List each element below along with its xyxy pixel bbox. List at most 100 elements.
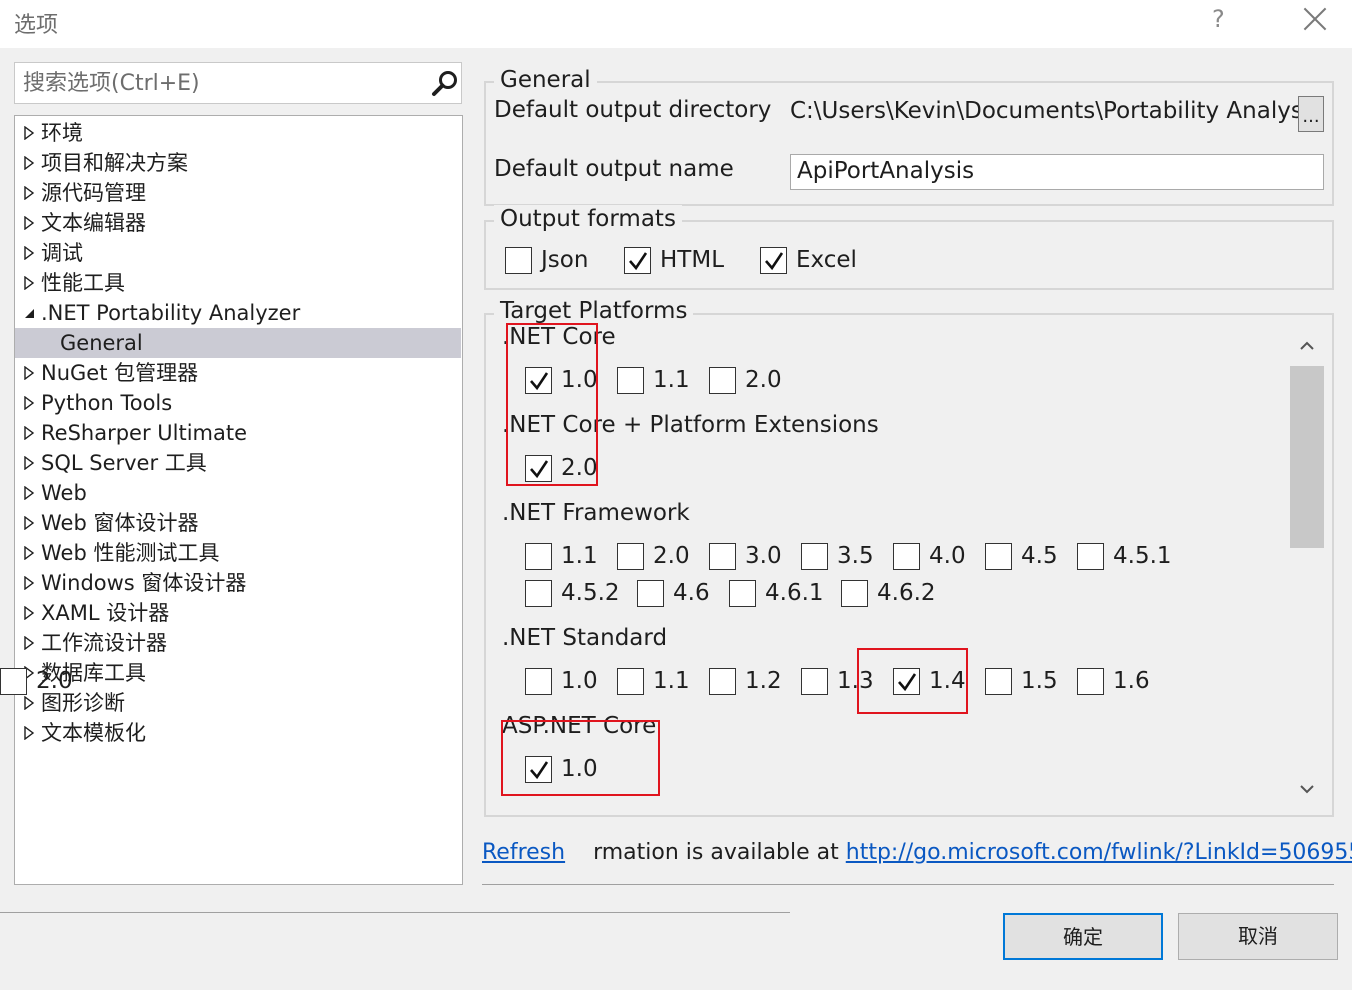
platform-version-checkbox[interactable]: 1.1: [617, 666, 690, 696]
cancel-button[interactable]: 取消: [1178, 913, 1338, 960]
expanded-arrow-icon[interactable]: [23, 306, 35, 320]
checkbox[interactable]: [893, 542, 920, 570]
collapsed-arrow-icon[interactable]: [23, 696, 35, 710]
platform-version-checkbox[interactable]: 1.0: [525, 666, 598, 696]
collapsed-arrow-icon[interactable]: [23, 426, 35, 440]
checkbox[interactable]: [525, 542, 552, 570]
tree-item[interactable]: 工作流设计器: [15, 628, 461, 658]
collapsed-arrow-icon[interactable]: [23, 366, 35, 380]
tree-item[interactable]: Web: [15, 478, 461, 508]
platform-version-checkbox[interactable]: 1.2: [709, 666, 782, 696]
scroll-down-icon[interactable]: [1290, 772, 1324, 806]
collapsed-arrow-icon[interactable]: [23, 606, 35, 620]
collapsed-arrow-icon[interactable]: [23, 186, 35, 200]
tree-item[interactable]: .NET Portability Analyzer: [15, 298, 461, 328]
checkbox[interactable]: [985, 542, 1012, 570]
scroll-up-icon[interactable]: [1290, 328, 1324, 362]
tree-item[interactable]: SQL Server 工具: [15, 448, 461, 478]
checkbox[interactable]: [801, 667, 828, 695]
tree-item[interactable]: 源代码管理: [15, 178, 461, 208]
search-input[interactable]: [21, 67, 421, 99]
platform-version-checkbox[interactable]: 2.0: [617, 541, 690, 571]
tree-item[interactable]: 文本编辑器: [15, 208, 461, 238]
format-checkbox[interactable]: Json: [505, 245, 588, 275]
checkbox[interactable]: [709, 542, 736, 570]
tree-item[interactable]: 图形诊断: [15, 688, 461, 718]
collapsed-arrow-icon[interactable]: [23, 276, 35, 290]
checkbox[interactable]: [709, 667, 736, 695]
checkbox[interactable]: [709, 366, 736, 394]
checkbox[interactable]: [617, 542, 644, 570]
close-icon[interactable]: [1300, 4, 1330, 34]
platform-version-checkbox[interactable]: 4.0: [893, 541, 966, 571]
browse-button[interactable]: ...: [1298, 96, 1324, 132]
checkbox[interactable]: [525, 579, 552, 607]
checkbox[interactable]: [841, 579, 868, 607]
collapsed-arrow-icon[interactable]: [23, 546, 35, 560]
tree-item[interactable]: 数据库工具: [15, 658, 461, 688]
checkbox[interactable]: [985, 667, 1012, 695]
collapsed-arrow-icon[interactable]: [23, 126, 35, 140]
collapsed-arrow-icon[interactable]: [23, 456, 35, 470]
search-box[interactable]: [14, 62, 462, 104]
format-checkbox[interactable]: Excel: [760, 245, 857, 275]
tree-item[interactable]: 文本模板化: [15, 718, 461, 748]
platform-version-checkbox[interactable]: 3.5: [801, 541, 874, 571]
collapsed-arrow-icon[interactable]: [23, 246, 35, 260]
tree-item[interactable]: Web 窗体设计器: [15, 508, 461, 538]
collapsed-arrow-icon[interactable]: [23, 636, 35, 650]
platform-version-checkbox[interactable]: 4.6.1: [729, 578, 824, 608]
checkbox[interactable]: [801, 542, 828, 570]
collapsed-arrow-icon[interactable]: [23, 486, 35, 500]
tree-item[interactable]: General: [15, 328, 461, 358]
platforms-scrollbar[interactable]: [1290, 328, 1324, 806]
checkbox[interactable]: [505, 246, 532, 274]
platform-version-checkbox[interactable]: 2.0: [0, 666, 73, 696]
collapsed-arrow-icon[interactable]: [23, 156, 35, 170]
collapsed-arrow-icon[interactable]: [23, 516, 35, 530]
platform-version-checkbox[interactable]: 1.6: [1077, 666, 1150, 696]
checkbox[interactable]: [729, 579, 756, 607]
options-tree[interactable]: 环境 项目和解决方案 源代码管理 文本编辑器 调试 性能工具 .NET Portabilit…: [14, 115, 463, 885]
tree-item[interactable]: 性能工具: [15, 268, 461, 298]
refresh-link[interactable]: Refresh: [482, 840, 565, 865]
output-name-field[interactable]: ApiPortAnalysis: [790, 154, 1324, 190]
collapsed-arrow-icon[interactable]: [23, 576, 35, 590]
platform-version-checkbox[interactable]: 2.0: [709, 365, 782, 395]
checkbox[interactable]: [760, 246, 787, 274]
checkbox[interactable]: [617, 366, 644, 394]
tree-item[interactable]: Python Tools: [15, 388, 461, 418]
platform-version-checkbox[interactable]: 1.5: [985, 666, 1058, 696]
checkbox[interactable]: [637, 579, 664, 607]
platform-version-checkbox[interactable]: 4.5.2: [525, 578, 620, 608]
collapsed-arrow-icon[interactable]: [23, 216, 35, 230]
format-checkbox[interactable]: HTML: [624, 245, 724, 275]
checkbox[interactable]: [525, 667, 552, 695]
collapsed-arrow-icon[interactable]: [23, 396, 35, 410]
checkbox[interactable]: [1077, 542, 1104, 570]
help-button[interactable]: ?: [1212, 5, 1225, 33]
tree-item[interactable]: Web 性能测试工具: [15, 538, 461, 568]
platform-version-checkbox[interactable]: 3.0: [709, 541, 782, 571]
checkbox[interactable]: [624, 246, 651, 274]
tree-item[interactable]: 项目和解决方案: [15, 148, 461, 178]
output-dir-field[interactable]: C:\Users\Kevin\Documents\Portability Ana…: [783, 95, 1298, 131]
checkbox[interactable]: [0, 667, 27, 695]
checkbox[interactable]: [617, 667, 644, 695]
tree-item[interactable]: 调试: [15, 238, 461, 268]
platform-version-checkbox[interactable]: 1.1: [617, 365, 690, 395]
platform-version-checkbox[interactable]: 4.5.1: [1077, 541, 1172, 571]
platform-version-checkbox[interactable]: 4.6: [637, 578, 710, 608]
platform-version-checkbox[interactable]: 4.5: [985, 541, 1058, 571]
tree-item[interactable]: XAML 设计器: [15, 598, 461, 628]
scroll-thumb[interactable]: [1290, 366, 1324, 548]
tree-item[interactable]: NuGet 包管理器: [15, 358, 461, 388]
platform-version-checkbox[interactable]: 4.6.2: [841, 578, 936, 608]
tree-item[interactable]: Windows 窗体设计器: [15, 568, 461, 598]
tree-item[interactable]: 环境: [15, 118, 461, 148]
search-icon[interactable]: [431, 69, 459, 97]
tree-item[interactable]: ReSharper Ultimate: [15, 418, 461, 448]
info-link[interactable]: http://go.microsoft.com/fwlink/?LinkId=5…: [846, 840, 1352, 865]
collapsed-arrow-icon[interactable]: [23, 726, 35, 740]
platform-version-checkbox[interactable]: 1.1: [525, 541, 598, 571]
